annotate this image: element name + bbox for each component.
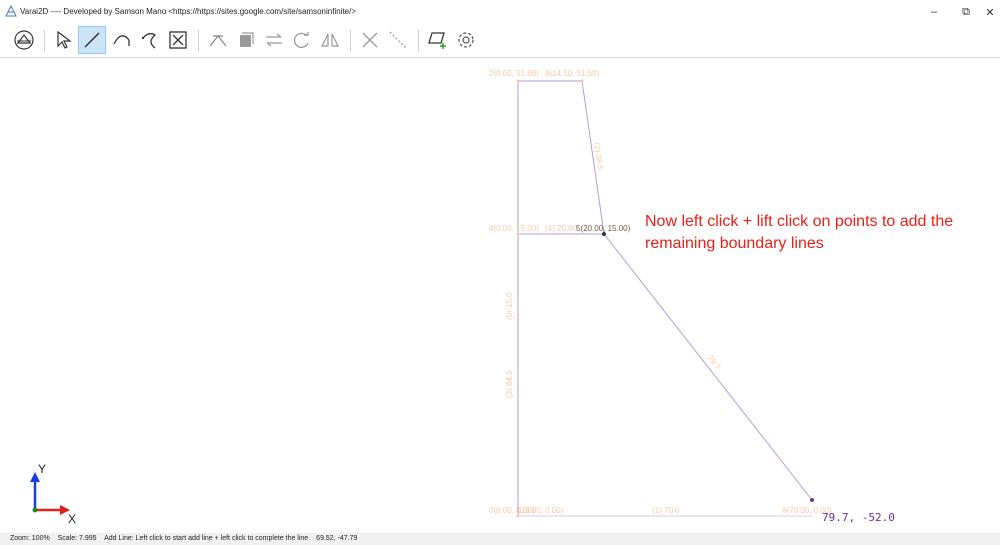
- x-axis-label: X: [68, 512, 76, 526]
- point-label: 1(0.00, 0.00): [518, 506, 564, 515]
- app-logo-icon: [5, 5, 17, 17]
- status-zoom: Zoom: 100%: [10, 535, 50, 542]
- point-label: 4(0.00, 15.00): [489, 224, 539, 233]
- point-label: (4) 20.00: [545, 224, 578, 233]
- line-length-label: (0) 15.0: [505, 292, 514, 320]
- divide-line-icon[interactable]: [384, 26, 412, 54]
- add-curve-icon[interactable]: [136, 26, 164, 54]
- tutorial-annotation: Now left click + lift click on points to…: [645, 213, 954, 252]
- toolbar-separator: [44, 30, 45, 52]
- minimize-button[interactable]: –: [919, 0, 949, 24]
- toolbar-separator: [350, 30, 351, 52]
- point-marker[interactable]: [580, 79, 584, 83]
- window-title: Varai2D ---- Developed by Samson Mano <h…: [20, 7, 357, 16]
- cursor-coordinate-readout: 79.7, -52.0: [822, 511, 895, 524]
- point-marker[interactable]: [810, 498, 814, 502]
- drawing-surface[interactable]: 2(0.00, 51.60) 3(14.50, 51.50) 4(0.00, 1…: [0, 58, 1000, 533]
- select-icon[interactable]: [50, 26, 78, 54]
- add-arc-icon[interactable]: [108, 26, 136, 54]
- toolbar-separator: [198, 30, 199, 52]
- status-mode: Add Line: Left click to start add line +…: [104, 535, 309, 542]
- line-length-label: (3) 84.5: [505, 370, 514, 398]
- boundary-line[interactable]: [603, 233, 813, 501]
- point-label: 5(20.00, 15.00): [576, 224, 631, 233]
- settings-icon[interactable]: [452, 26, 480, 54]
- drawing-canvas[interactable]: 2(0.00, 51.60) 3(14.50, 51.50) 4(0.00, 1…: [0, 58, 1000, 533]
- status-scale: Scale: 7.995: [57, 535, 97, 542]
- reflect-icon[interactable]: [316, 26, 344, 54]
- maximize-button[interactable]: ⧉: [951, 0, 981, 24]
- y-axis-label: Y: [38, 462, 46, 476]
- fill-icon[interactable]: [232, 26, 260, 54]
- delete-icon[interactable]: [356, 26, 384, 54]
- mirror-icon[interactable]: [260, 26, 288, 54]
- axis-triad: Y X: [30, 462, 76, 526]
- zoom-fit-icon[interactable]: [164, 26, 192, 54]
- point-marker[interactable]: [516, 79, 520, 83]
- status-coordinates: 69.52, -47.79: [316, 535, 358, 542]
- line-length-label: (1) 70.0: [652, 506, 680, 515]
- status-bar: Zoom: 100% Scale: 7.995 Add Line: Left c…: [0, 533, 1000, 545]
- view-mode-icon[interactable]: [10, 26, 38, 54]
- close-button[interactable]: ✕: [980, 0, 1000, 24]
- toolbar: [0, 24, 1000, 58]
- title-bar: Varai2D ---- Developed by Samson Mano <h…: [0, 0, 1000, 24]
- line-length-label: 79.7: [705, 354, 722, 372]
- rotate-icon[interactable]: [288, 26, 316, 54]
- point-label: 3(14.50, 51.50): [545, 69, 600, 78]
- add-line-icon[interactable]: [78, 26, 106, 54]
- toolbar-separator: [418, 30, 419, 52]
- add-surface-icon[interactable]: [424, 26, 452, 54]
- trim-icon[interactable]: [204, 26, 232, 54]
- point-label: 2(0.00, 51.60): [489, 69, 539, 78]
